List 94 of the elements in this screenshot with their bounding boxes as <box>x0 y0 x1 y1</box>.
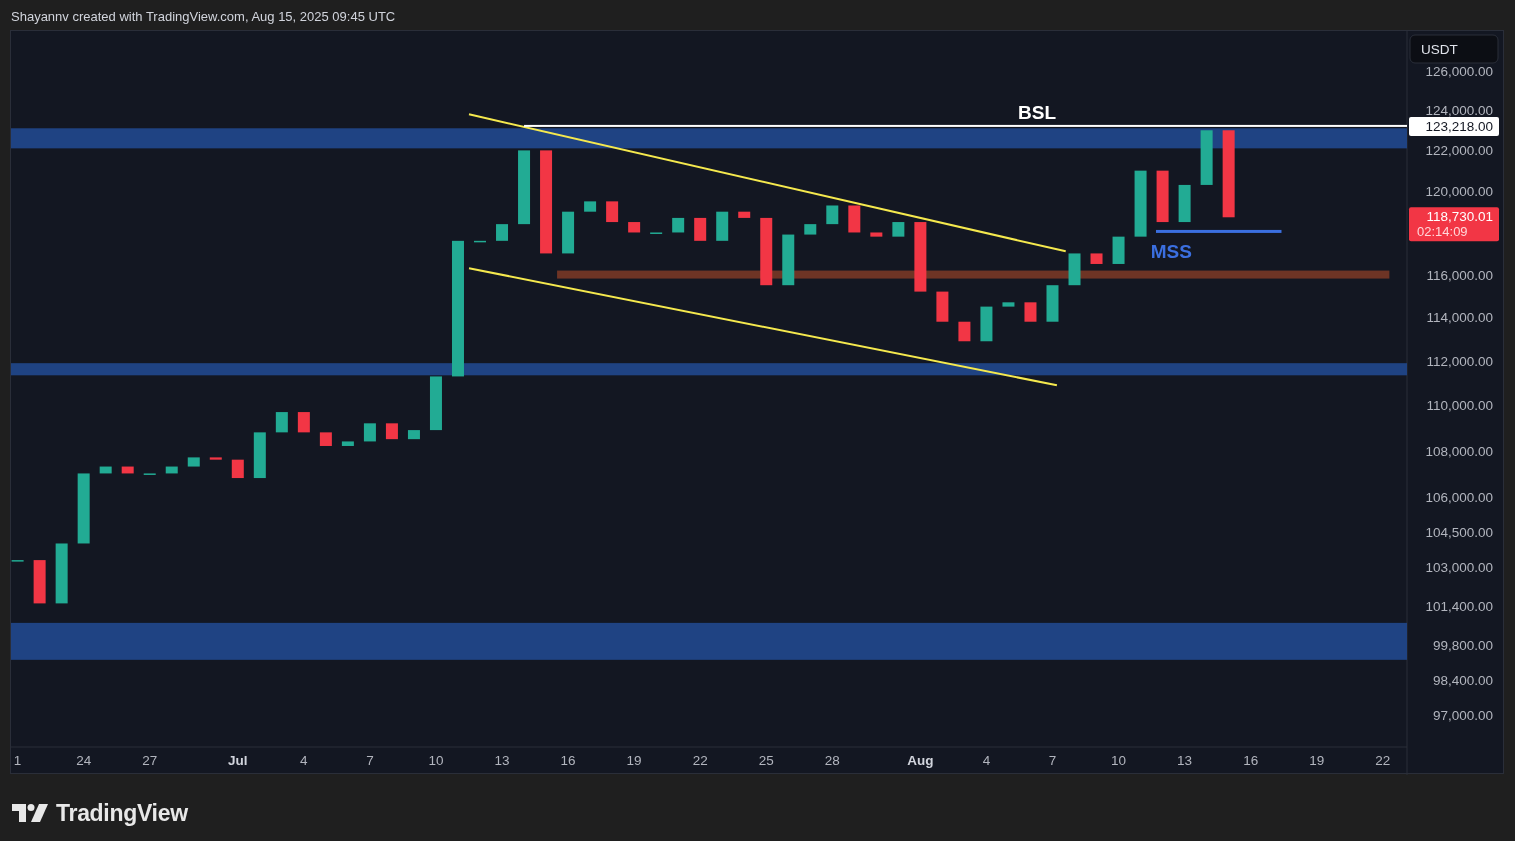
currency-button[interactable]: USDT <box>1409 34 1499 64</box>
candle <box>33 560 46 604</box>
candle <box>165 466 178 474</box>
candle <box>936 291 949 322</box>
time-axis-label: 25 <box>758 753 774 768</box>
time-axis-label: 7 <box>1048 753 1057 768</box>
candle <box>319 432 332 446</box>
time-axis-label: 22 <box>1375 753 1391 768</box>
candle <box>870 232 883 237</box>
time-axis-label: 10 <box>428 753 444 768</box>
candle <box>1134 170 1147 237</box>
candle <box>606 201 619 223</box>
price-axis-label: 116,000.00 <box>1426 267 1493 283</box>
candle <box>1200 130 1213 185</box>
candle <box>628 222 641 233</box>
candle <box>496 224 508 241</box>
price-axis-label: 120,000.00 <box>1425 184 1493 200</box>
last-price-tag: 118,730.01 02:14:09 <box>1409 207 1499 242</box>
time-axis-label: 13 <box>494 753 510 768</box>
time-axis-label: 19 <box>1309 753 1325 768</box>
time-axis-label: 4 <box>982 753 991 768</box>
price-axis-label: 114,000.00 <box>1426 310 1493 326</box>
time-axis-label: 24 <box>76 753 92 768</box>
candle <box>980 306 993 342</box>
time-axis-label: 16 <box>1243 753 1259 768</box>
candle <box>672 217 685 233</box>
price-axis-label: 108,000.00 <box>1425 443 1493 459</box>
logo-icon <box>12 804 48 823</box>
time-axis-label: 19 <box>626 753 642 768</box>
time-axis-label: 28 <box>824 753 840 768</box>
candle <box>584 201 597 212</box>
price-axis-label: 98,400.00 <box>1432 672 1493 688</box>
candle <box>958 321 971 342</box>
candle <box>804 224 817 235</box>
candle <box>782 234 795 286</box>
candle <box>297 412 310 433</box>
candle <box>1156 170 1169 223</box>
candle <box>1024 302 1037 322</box>
time-axis-label: 16 <box>560 753 576 768</box>
candle <box>55 543 68 604</box>
candle <box>1112 236 1125 264</box>
candle <box>275 412 288 433</box>
candle <box>1068 253 1081 286</box>
candle <box>77 473 90 544</box>
candle <box>363 423 376 442</box>
time-axis-label: 7 <box>366 753 374 768</box>
candle <box>892 222 905 237</box>
time-axis-label: 27 <box>142 753 158 768</box>
candle <box>474 240 486 243</box>
candle <box>1046 285 1059 322</box>
brand-name: TradingView <box>56 799 188 828</box>
candle <box>914 222 927 292</box>
time-axis-label: Jul <box>228 753 248 768</box>
price-axis-label: 110,000.00 <box>1426 398 1493 414</box>
price-tag: 123,218.00 <box>1409 116 1499 136</box>
price-axis-label: 124,000.00 <box>1425 103 1493 119</box>
bsl-label: BSL <box>1018 101 1057 123</box>
candle <box>429 376 442 431</box>
price-axis-label: 103,000.00 <box>1425 560 1493 576</box>
price-axis-label: 97,000.00 <box>1432 708 1493 724</box>
candle <box>121 466 134 474</box>
candle <box>1178 184 1191 223</box>
candle <box>848 205 861 233</box>
candle <box>253 432 266 479</box>
time-axis-label: 4 <box>300 753 308 768</box>
price-axis-label: 112,000.00 <box>1426 354 1493 369</box>
time-axis-label: 1 <box>13 753 22 768</box>
candle <box>562 211 575 254</box>
candle <box>99 466 112 474</box>
chart-caption: Shayannv created with TradingView.com, Aug 15, 2025 09:45 UTC <box>10 8 397 26</box>
price-axis-label: 101,400.00 <box>1425 598 1493 614</box>
mss-label: MSS <box>1150 241 1192 263</box>
candle <box>407 430 420 440</box>
price-axis-label: 126,000.00 <box>1425 63 1493 79</box>
time-axis-label: 22 <box>692 753 708 768</box>
time-axis-label: 10 <box>1111 753 1127 768</box>
candle <box>187 457 200 467</box>
price-axis-label: 106,000.00 <box>1425 489 1493 505</box>
time-axis-label: 13 <box>1177 753 1193 768</box>
candle <box>1090 253 1103 264</box>
candle <box>738 211 751 218</box>
candle <box>1002 302 1015 307</box>
candle <box>826 205 839 225</box>
price-axis-label: 99,800.00 <box>1432 638 1493 653</box>
candle <box>716 211 729 241</box>
time-axis-label: Aug <box>907 753 934 768</box>
price-axis-label: 122,000.00 <box>1425 143 1493 159</box>
candle <box>341 441 354 446</box>
candle <box>694 217 707 241</box>
candle <box>385 423 398 440</box>
price-axis-label: 104,500.00 <box>1425 524 1493 540</box>
candle <box>209 457 222 460</box>
candle <box>760 217 773 286</box>
candle <box>231 459 244 479</box>
